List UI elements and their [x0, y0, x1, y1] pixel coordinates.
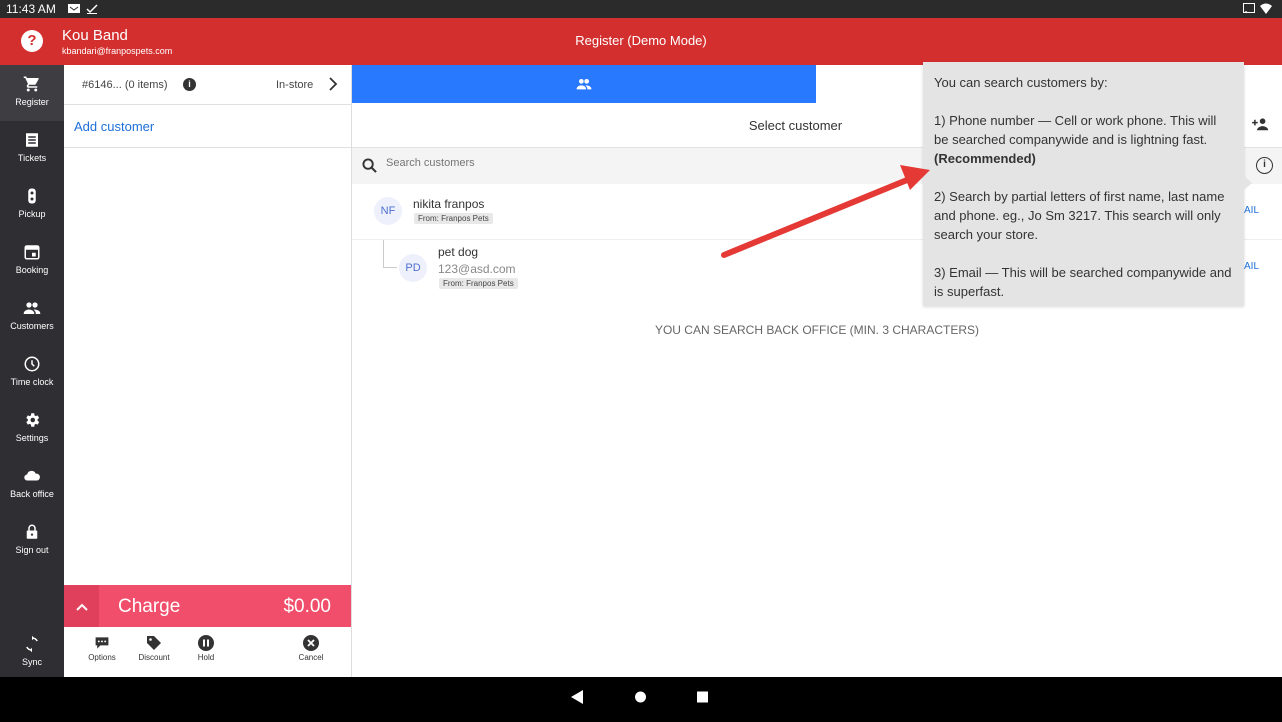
status-time: 11:43 AM	[6, 2, 56, 16]
status-bar: 11:43 AM	[0, 0, 1282, 18]
chevron-right-icon[interactable]	[328, 77, 338, 91]
order-info-icon[interactable]: i	[183, 78, 196, 91]
sidebar-item-settings[interactable]: Settings	[0, 401, 64, 457]
back-office-hint: YOU CAN SEARCH BACK OFFICE (MIN. 3 CHARA…	[654, 323, 980, 337]
discount-label: Discount	[138, 653, 170, 662]
wifi-icon	[1260, 3, 1272, 14]
hold-label: Hold	[197, 653, 215, 662]
cancel-label: Cancel	[298, 653, 324, 662]
sidebar-item-label: Sync	[21, 657, 42, 667]
tab-customers[interactable]	[352, 65, 816, 103]
sidebar-item-label: Settings	[15, 433, 49, 443]
recommended-label: (Recommended)	[934, 151, 1036, 166]
cast-icon	[1243, 3, 1255, 13]
cart-icon	[23, 76, 39, 92]
sync-icon	[26, 635, 38, 653]
avatar: PD	[399, 254, 427, 282]
add-customer-link[interactable]: Add customer	[64, 105, 351, 148]
sidebar-item-tickets[interactable]: Tickets	[0, 121, 64, 177]
order-panel: #6146... (0 items) i In-store Add custom…	[64, 65, 352, 677]
clock-icon	[24, 356, 40, 372]
tooltip-item-email: 3) Email — This will be searched company…	[934, 265, 1232, 299]
message-icon	[67, 4, 80, 13]
options-icon	[95, 637, 109, 649]
avatar: NF	[374, 197, 402, 225]
system-nav-bar	[0, 677, 1282, 722]
tree-connector	[383, 240, 397, 268]
sidebar: Register Tickets Pickup Booking Customer…	[0, 65, 64, 677]
sidebar-item-sync[interactable]: Sync	[0, 625, 64, 681]
people-icon	[23, 302, 41, 314]
discount-button[interactable]: Discount	[129, 635, 179, 662]
hold-button[interactable]: Hold	[181, 635, 231, 662]
sidebar-item-booking[interactable]: Booking	[0, 233, 64, 289]
tooltip-item-partial: 2) Search by partial letters of first na…	[934, 189, 1225, 242]
sidebar-item-label: Sign out	[15, 545, 49, 555]
chevron-up-icon[interactable]	[64, 585, 99, 627]
tooltip-item-phone: 1) Phone number — Cell or work phone. Th…	[934, 113, 1217, 166]
cancel-button[interactable]: Cancel	[286, 635, 336, 662]
calendar-icon	[24, 245, 40, 260]
sidebar-item-time-clock[interactable]: Time clock	[0, 345, 64, 401]
people-icon	[576, 79, 592, 90]
back-icon[interactable]	[571, 690, 584, 704]
detail-link[interactable]: AIL	[1244, 205, 1259, 216]
sidebar-item-label: Tickets	[17, 153, 47, 163]
recents-icon[interactable]	[696, 690, 709, 704]
pickup-icon	[28, 188, 36, 204]
charge-amount: $0.00	[283, 596, 331, 617]
close-circle-icon	[303, 635, 319, 651]
sidebar-item-back-office[interactable]: Back office	[0, 457, 64, 513]
customer-name: nikita franpos	[413, 197, 485, 211]
source-badge: From: Franpos Pets	[414, 213, 493, 224]
gear-icon	[26, 413, 40, 427]
search-icon	[362, 158, 377, 173]
options-button[interactable]: Options	[77, 635, 127, 662]
sidebar-item-sign-out[interactable]: Sign out	[0, 513, 64, 569]
tag-icon	[147, 636, 161, 650]
sidebar-item-label: Booking	[15, 265, 49, 275]
customer-email: 123@asd.com	[438, 262, 516, 276]
add-person-icon[interactable]	[1252, 117, 1269, 131]
sidebar-item-register[interactable]: Register	[0, 65, 64, 121]
order-actions: Options Discount Hold Cancel	[64, 627, 351, 677]
search-input[interactable]	[386, 157, 886, 169]
charge-label: Charge	[118, 596, 181, 617]
sidebar-item-customers[interactable]: Customers	[0, 289, 64, 345]
sidebar-item-pickup[interactable]: Pickup	[0, 177, 64, 233]
lock-icon	[26, 524, 38, 539]
info-icon[interactable]: i	[1256, 157, 1273, 174]
pause-icon	[198, 635, 214, 651]
sidebar-item-label: Time clock	[10, 377, 54, 387]
page-title: Register (Demo Mode)	[575, 33, 707, 48]
tooltip-pointer	[1244, 176, 1252, 190]
order-id: #6146... (0 items)	[82, 79, 168, 91]
sidebar-item-label: Back office	[10, 489, 54, 499]
search-help-tooltip: You can search customers by: 1) Phone nu…	[923, 62, 1244, 306]
customer-name: pet dog	[438, 245, 479, 259]
options-label: Options	[88, 653, 116, 662]
sidebar-item-label: Pickup	[18, 209, 46, 219]
app-header: ? Kou Band kbandari@franpospets.com Regi…	[0, 18, 1282, 65]
source-badge: From: Franpos Pets	[439, 278, 518, 289]
order-mode[interactable]: In-store	[276, 79, 313, 91]
charge-button[interactable]: Charge $0.00	[64, 585, 351, 627]
sidebar-item-label: Register	[15, 97, 49, 107]
home-icon[interactable]	[634, 690, 647, 704]
check-icon	[86, 4, 98, 14]
tooltip-heading: You can search customers by:	[934, 75, 1108, 90]
cloud-icon	[24, 470, 40, 481]
sidebar-item-label: Customers	[10, 321, 54, 331]
detail-link[interactable]: AIL	[1244, 261, 1259, 272]
order-bar[interactable]: #6146... (0 items) i In-store	[64, 65, 351, 105]
tickets-icon	[26, 133, 38, 147]
